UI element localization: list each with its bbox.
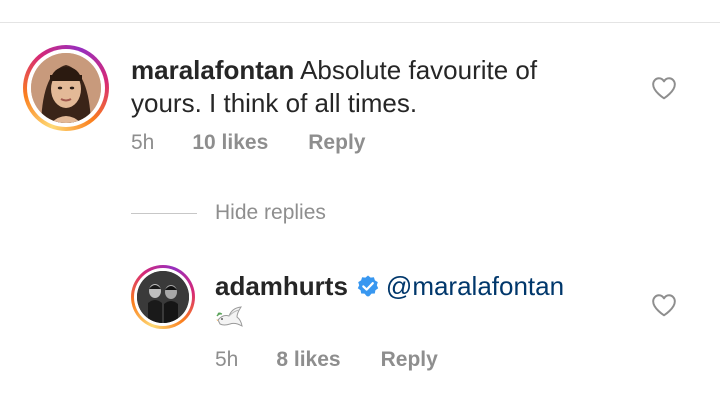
reply-likes-count[interactable]: 8 likes	[276, 348, 340, 372]
comment-username[interactable]: maralafontan	[131, 55, 294, 85]
comment-like-heart-icon[interactable]	[651, 76, 677, 100]
reply-like-heart-icon[interactable]	[651, 293, 677, 317]
comment-meta: 5h 10 likes Reply	[131, 131, 365, 155]
comment-reply-button[interactable]: Reply	[308, 131, 365, 155]
reply-username[interactable]: adamhurts	[215, 271, 348, 301]
comment-body: maralafontan Absolute favourite of yours…	[131, 54, 537, 120]
profile-photo-band	[137, 271, 189, 323]
reply-mention-link[interactable]: @maralafontan	[386, 271, 564, 301]
profile-photo-woman	[31, 53, 101, 123]
reply-body: adamhurts @maralafontan	[215, 270, 564, 303]
comment-text-line2: yours. I think of all times.	[131, 88, 418, 118]
avatar-adamhurts[interactable]	[131, 265, 195, 329]
top-divider	[0, 22, 720, 23]
reply-timestamp: 5h	[215, 348, 239, 371]
hide-replies-label: Hide replies	[215, 201, 326, 224]
verified-badge-icon	[357, 275, 379, 297]
hide-replies-toggle[interactable]: Hide replies	[131, 201, 326, 225]
hide-replies-line	[131, 212, 197, 214]
comment-text-line1: Absolute favourite of	[300, 55, 538, 85]
avatar-maralafontan[interactable]	[23, 45, 109, 131]
comment-likes-count[interactable]: 10 likes	[192, 131, 268, 155]
comment-timestamp: 5h	[131, 131, 155, 154]
dove-emoji-icon	[216, 306, 243, 327]
reply-meta: 5h 8 likes Reply	[215, 348, 438, 372]
reply-reply-button[interactable]: Reply	[381, 348, 438, 372]
